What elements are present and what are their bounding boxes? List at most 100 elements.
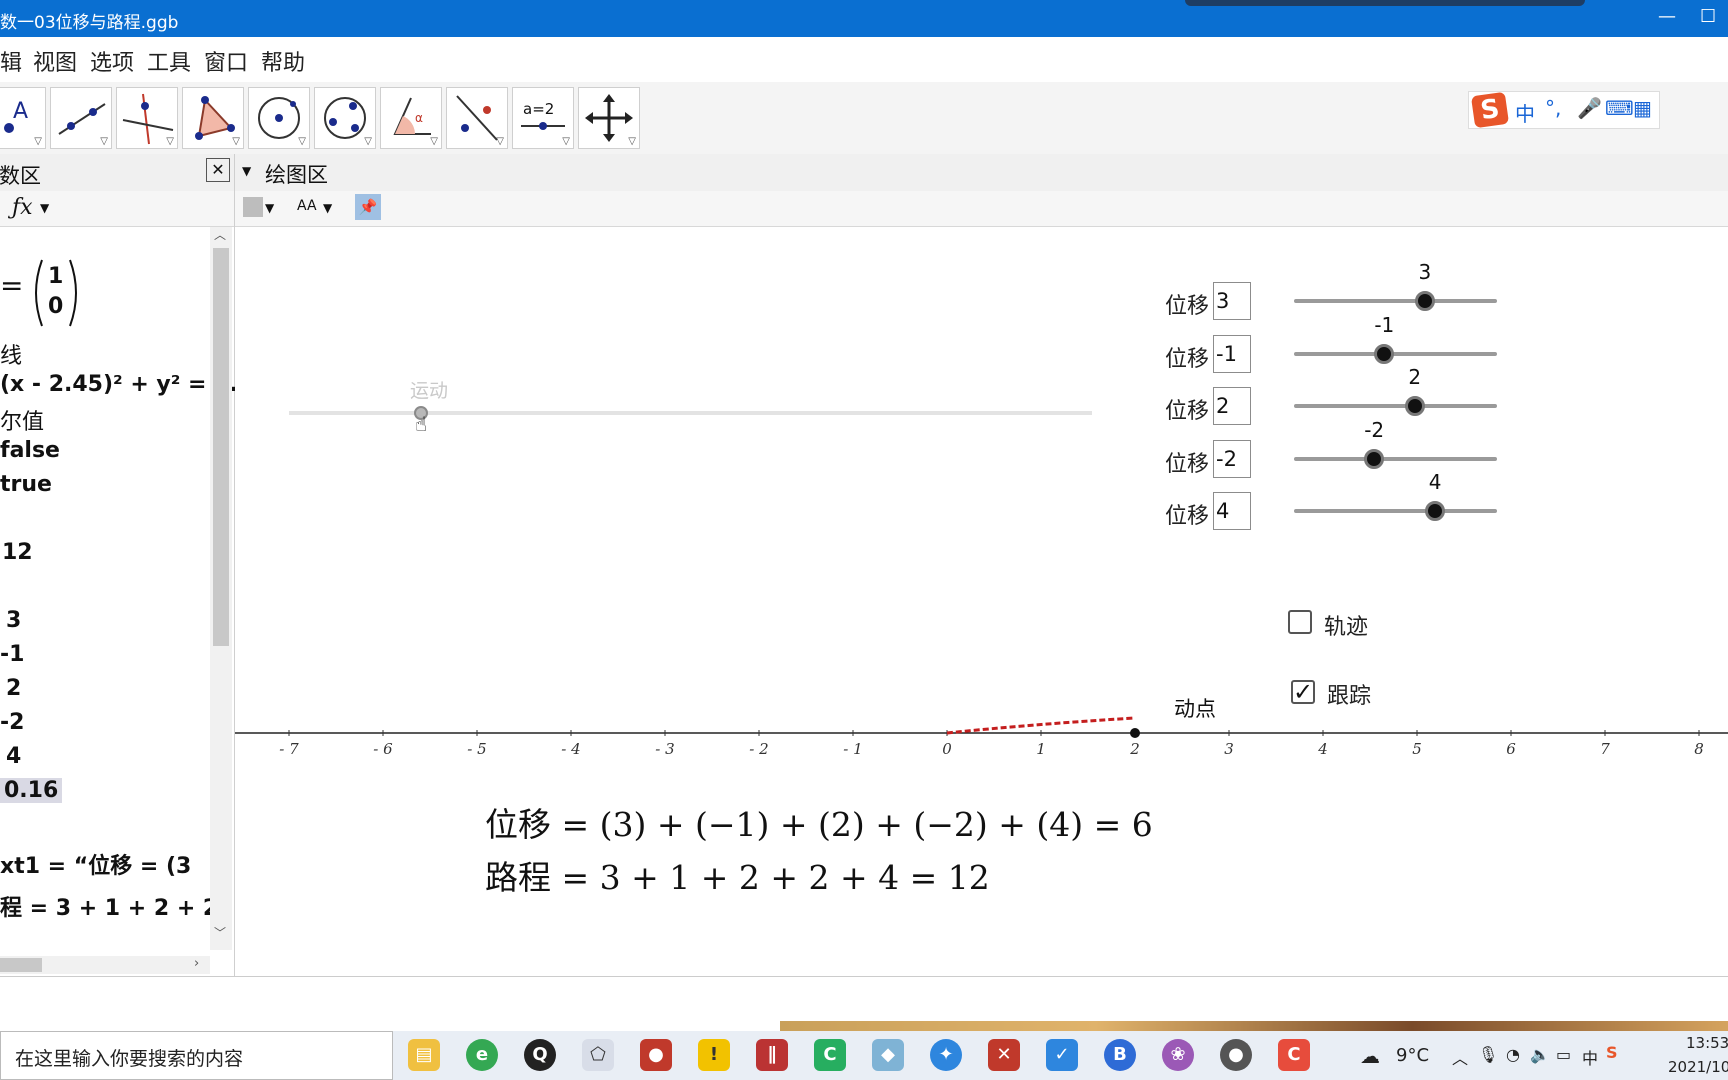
tool-slider[interactable]: a=2 ▽ (512, 87, 574, 149)
trace-checkbox[interactable] (1288, 610, 1312, 634)
scroll-right-icon[interactable]: › (194, 956, 199, 971)
alg-item-3[interactable]: 3 (6, 608, 21, 633)
tool-circle-center[interactable]: ▽ (248, 87, 310, 149)
alg-item-text2[interactable]: 路程 = 3 + 1 + 2 + 2 (0, 890, 218, 922)
menu-tools[interactable]: 工具 (147, 45, 191, 77)
displacement-slider-knob[interactable] (1374, 343, 1395, 364)
alg-item-selected[interactable]: 0.16 (0, 778, 63, 803)
cloud-weather-icon[interactable]: ☁ (1360, 1044, 1380, 1068)
notes-icon[interactable]: ◆ (872, 1039, 904, 1071)
collapse-chevron-icon[interactable]: ▼ (242, 164, 251, 178)
tool-line[interactable]: ▽ (50, 87, 112, 149)
alg-item-m2[interactable]: -2 (0, 710, 24, 735)
photos-icon[interactable]: ❀ (1162, 1039, 1194, 1071)
follow-checkbox[interactable]: ✓ (1291, 680, 1315, 704)
displacement-slider-track[interactable] (1294, 404, 1497, 408)
alg-item-text1[interactable]: xt1 = “位移 = (3 (0, 848, 191, 880)
displacement-input[interactable]: -2 (1213, 439, 1251, 478)
tool-angle[interactable]: α ▽ (380, 87, 442, 149)
fx-icon[interactable]: ƒx (12, 195, 33, 220)
alg-item-12[interactable]: 12 (2, 540, 33, 565)
keyboard-icon[interactable]: ⌨ (1605, 96, 1634, 120)
browser-b-icon[interactable]: B (1104, 1039, 1136, 1071)
vertical-scroll-thumb[interactable] (213, 248, 229, 646)
alg-item-false[interactable]: false (0, 438, 60, 463)
tray-chevron-up-icon[interactable]: ︿ (1452, 1045, 1468, 1069)
displacement-slider-knob[interactable] (1414, 291, 1435, 311)
horizontal-scroll-thumb[interactable] (0, 958, 42, 972)
volume-icon[interactable]: 🔈 (1530, 1045, 1550, 1064)
vertical-scrollbar[interactable]: ︿ ﹀ (210, 226, 232, 950)
alg-category-boolean: 布尔值 (0, 410, 45, 435)
chrome-icon[interactable]: e (466, 1039, 498, 1071)
color-chevron-icon[interactable]: ▼ (265, 201, 274, 215)
weather-temp[interactable]: 9°C (1396, 1045, 1429, 1066)
tool-polygon[interactable]: ▽ (182, 87, 244, 149)
displacement-input[interactable]: 3 (1213, 282, 1251, 320)
clock-date[interactable]: 2021/10 (1668, 1058, 1728, 1076)
feishu-icon[interactable]: ✓ (1046, 1039, 1078, 1071)
menu-view[interactable]: 视图 (33, 45, 77, 77)
tool-circle-three-points[interactable]: ▽ (314, 87, 376, 149)
text-size-icon[interactable]: AA (297, 198, 317, 214)
displacement-slider-knob[interactable] (1364, 448, 1385, 469)
qq-icon[interactable]: Q (524, 1039, 556, 1071)
tray-microphone-icon[interactable]: 🎙 (1478, 1045, 1498, 1064)
displacement-slider-knob[interactable] (1404, 396, 1425, 416)
tool-move-view[interactable]: ▽ (578, 87, 640, 149)
menu-help[interactable]: 帮助 (261, 45, 305, 77)
taskbar-search[interactable]: 在这里输入你要搜索的内容 (0, 1031, 393, 1080)
warning-icon[interactable]: ! (698, 1039, 730, 1071)
microphone-icon[interactable]: 🎤 (1577, 96, 1602, 120)
tool-perpendicular[interactable]: ▽ (116, 87, 178, 149)
displacement-input[interactable]: 4 (1213, 492, 1251, 530)
displacement-slider-track[interactable] (1294, 299, 1497, 303)
close-icon[interactable]: ✕ (206, 158, 230, 182)
camtasia-red-icon[interactable]: C (1278, 1039, 1310, 1071)
app-stripes-icon[interactable]: ∥ (756, 1039, 788, 1071)
battery-icon[interactable]: ▭ (1556, 1045, 1571, 1064)
graphics-view[interactable]: - 7- 6- 5- 4- 3- 2- 1012345678 运动 ☝ 位移 3 3… (235, 154, 1728, 976)
displacement-input[interactable]: -1 (1213, 334, 1251, 373)
tool-reflect[interactable]: ▽ (446, 87, 508, 149)
color-swatch-icon[interactable] (243, 197, 263, 217)
maximize-button[interactable]: ☐ (1700, 6, 1716, 27)
chevron-down-icon[interactable]: ▼ (40, 201, 49, 215)
displacement-slider-value: 3 (1418, 260, 1432, 284)
geogebra-icon[interactable]: ⬠ (582, 1039, 614, 1071)
file-explorer-icon[interactable]: ▤ (408, 1039, 440, 1071)
pin-icon[interactable]: 📌 (355, 194, 381, 220)
screen-record-icon[interactable]: ● (640, 1039, 672, 1071)
xmind-icon[interactable]: ✕ (988, 1039, 1020, 1071)
tray-ime-lang[interactable]: 中 (1582, 1045, 1598, 1069)
wifi-icon[interactable]: ◔ (1506, 1045, 1520, 1064)
menu-options[interactable]: 选项 (90, 45, 134, 77)
ime-lang[interactable]: 中 (1515, 98, 1535, 127)
displacement-input[interactable]: 2 (1213, 387, 1251, 425)
menu-edit[interactable]: 编辑 (0, 45, 22, 77)
alg-item-4[interactable]: 4 (6, 744, 21, 769)
displacement-slider-track[interactable] (1294, 351, 1497, 356)
clock-time[interactable]: 13:53 (1686, 1034, 1728, 1052)
camtasia-icon[interactable]: C (814, 1039, 846, 1071)
tool-point[interactable]: A ▽ (0, 87, 46, 149)
scroll-up-icon[interactable]: ︿ (214, 226, 226, 243)
avatar-app-icon[interactable]: ● (1220, 1039, 1252, 1071)
tray-sogou-icon[interactable]: S (1606, 1043, 1618, 1062)
ime-toolbar[interactable]: S 中 °, 🎤 ⌨ ▦ (1468, 91, 1660, 129)
horizontal-scrollbar[interactable]: › (0, 956, 210, 974)
text-size-chevron-icon[interactable]: ▼ (323, 201, 332, 215)
alg-item-true[interactable]: true (0, 472, 52, 497)
input-bar[interactable] (0, 976, 1728, 1022)
displacement-slider-knob[interactable] (1425, 501, 1446, 521)
alg-item-m1[interactable]: -1 (0, 642, 24, 667)
alg-item-2[interactable]: 2 (6, 676, 21, 701)
grid-menu-icon[interactable]: ▦ (1633, 96, 1652, 120)
menu-window[interactable]: 窗口 (204, 45, 248, 77)
scroll-down-icon[interactable]: ﹀ (214, 924, 226, 941)
displacement-slider-track[interactable] (1294, 456, 1497, 461)
ime-punct[interactable]: °, (1545, 96, 1561, 120)
minimize-button[interactable]: — (1658, 6, 1676, 27)
displacement-slider-track[interactable] (1294, 509, 1497, 513)
bird-icon[interactable]: ✦ (930, 1039, 962, 1071)
